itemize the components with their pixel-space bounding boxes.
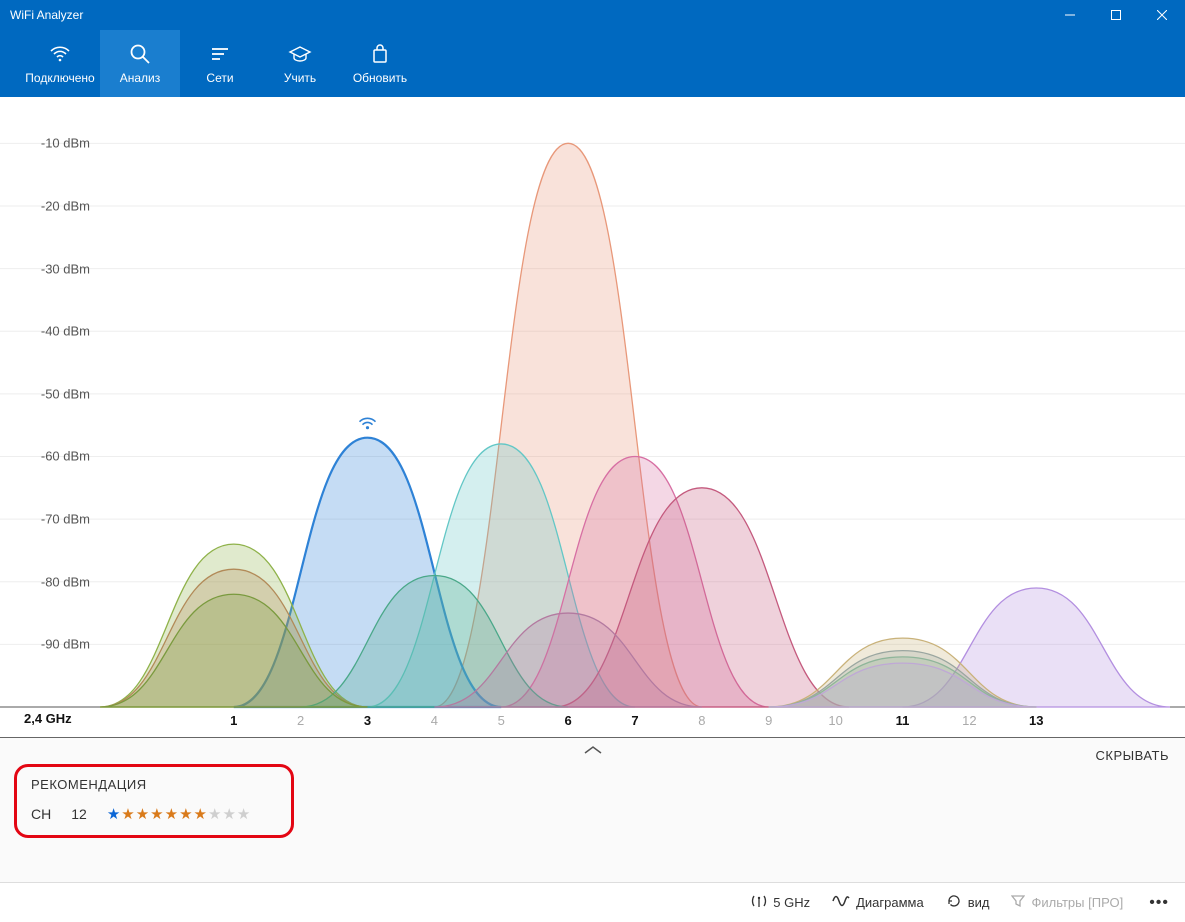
wifi-icon: [360, 418, 376, 429]
magnifier-icon: [129, 43, 151, 65]
recommendation-panel: СКРЫВАТЬ РЕКОМЕНДАЦИЯ CH 12 ★★★★★★★★★★: [0, 737, 1185, 882]
wave-icon: [832, 894, 850, 911]
window-title: WiFi Analyzer: [10, 8, 1047, 22]
nav-tab-label: Подключено: [25, 71, 94, 85]
view-button[interactable]: вид: [946, 893, 990, 912]
star-icon: ★: [208, 807, 221, 822]
refresh-icon: [946, 893, 962, 912]
nav-tab-connected[interactable]: Подключено: [20, 30, 100, 97]
graduation-cap-icon: [288, 43, 312, 65]
y-tick-label: -70 dBm: [10, 512, 90, 527]
recommendation-ch-value: 12: [71, 806, 87, 822]
y-tick-label: -30 dBm: [10, 261, 90, 276]
star-icon: ★: [107, 807, 120, 822]
band-label: 2,4 GHz: [24, 711, 72, 726]
star-icon: ★: [165, 807, 178, 822]
chart-mode-label: Диаграмма: [856, 895, 924, 910]
nav-tab-label: Обновить: [353, 71, 407, 85]
y-tick-label: -90 dBm: [10, 637, 90, 652]
more-icon: •••: [1149, 894, 1169, 912]
window-minimize-button[interactable]: [1047, 0, 1093, 30]
star-icon: ★: [237, 807, 250, 822]
y-tick-label: -20 dBm: [10, 198, 90, 213]
main-nav: Подключено Анализ Сети Учить Обновить: [0, 30, 1185, 97]
nav-tab-label: Сети: [206, 71, 233, 85]
list-lines-icon: [209, 43, 231, 65]
window-close-button[interactable]: [1139, 0, 1185, 30]
chart-mode-button[interactable]: Диаграмма: [832, 894, 924, 911]
star-icon: ★: [194, 807, 207, 822]
window-maximize-button[interactable]: [1093, 0, 1139, 30]
chevron-up-icon[interactable]: [583, 744, 603, 759]
star-icon: ★: [136, 807, 149, 822]
filters-button[interactable]: Фильтры [ПРО]: [1011, 894, 1123, 911]
star-icon: ★: [179, 807, 192, 822]
band-toggle-button[interactable]: 5 GHz: [751, 893, 810, 912]
star-icon: ★: [222, 807, 235, 822]
star-icon: ★: [150, 807, 163, 822]
view-label: вид: [968, 895, 990, 910]
wifi-icon: [49, 43, 71, 65]
star-icon: ★: [121, 807, 134, 822]
nav-tab-analyze[interactable]: Анализ: [100, 30, 180, 97]
y-tick-label: -40 dBm: [10, 324, 90, 339]
spectrum-chart: -10 dBm -20 dBm -30 dBm -40 dBm -50 dBm -60 d…: [0, 97, 1185, 737]
bottom-toolbar: 5 GHz Диаграмма вид Фильтры [ПРО] •••: [0, 882, 1185, 922]
recommendation-stars: ★★★★★★★★★★: [107, 807, 251, 822]
filters-label: Фильтры [ПРО]: [1031, 895, 1123, 910]
hide-panel-button[interactable]: СКРЫВАТЬ: [1095, 748, 1169, 763]
more-button[interactable]: •••: [1145, 894, 1173, 912]
recommendation-title: РЕКОМЕНДАЦИЯ: [31, 777, 277, 792]
nav-tab-learn[interactable]: Учить: [260, 30, 340, 97]
bag-icon: [370, 43, 390, 65]
spectrum-chart-svg: [0, 97, 1185, 737]
antenna-icon: [751, 893, 767, 912]
nav-tab-update[interactable]: Обновить: [340, 30, 420, 97]
band-toggle-label: 5 GHz: [773, 895, 810, 910]
nav-tab-label: Учить: [284, 71, 316, 85]
y-tick-label: -60 dBm: [10, 449, 90, 464]
nav-tab-label: Анализ: [120, 71, 161, 85]
y-tick-label: -80 dBm: [10, 574, 90, 589]
y-tick-label: -50 dBm: [10, 386, 90, 401]
y-tick-label: -10 dBm: [10, 136, 90, 151]
funnel-icon: [1011, 894, 1025, 911]
recommendation-ch-label: CH: [31, 806, 51, 822]
window-titlebar: WiFi Analyzer: [0, 0, 1185, 30]
nav-tab-networks[interactable]: Сети: [180, 30, 260, 97]
recommendation-highlight: РЕКОМЕНДАЦИЯ CH 12 ★★★★★★★★★★: [14, 764, 294, 838]
